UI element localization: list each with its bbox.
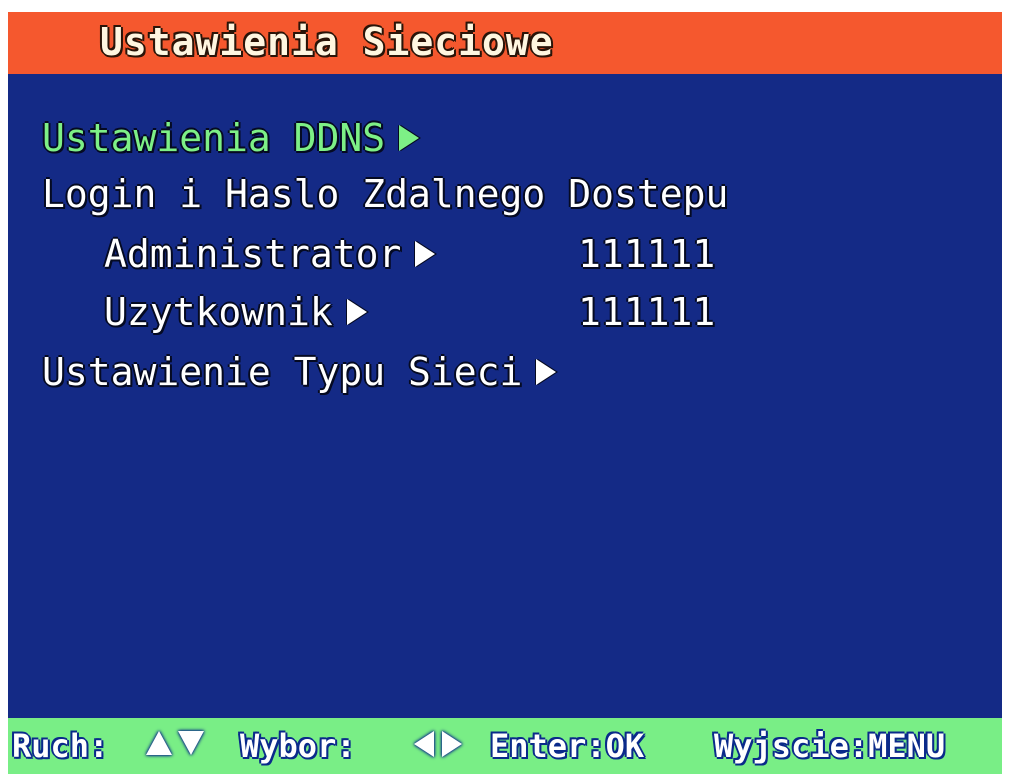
help-select-label: Wybor: <box>240 727 356 765</box>
triangle-right-icon <box>399 125 420 151</box>
administrator-password-value[interactable]: 111111 <box>578 228 715 280</box>
section-heading-remote-login: Login i Haslo Zdalnego Dostepu <box>42 168 728 220</box>
menu-item-administrator-label: Administrator <box>104 232 402 276</box>
triangle-down-icon <box>178 731 204 755</box>
menu-item-user[interactable]: Uzytkownik <box>104 286 367 338</box>
menu-item-user-label: Uzytkownik <box>104 290 333 334</box>
triangle-up-icon <box>146 731 172 755</box>
help-move-label: Ruch: <box>12 727 109 765</box>
menu-item-ddns-settings[interactable]: Ustawienia DDNS <box>42 112 420 164</box>
administrator-password-text: 111111 <box>578 232 716 276</box>
page-title: Ustawienia Sieciowe <box>100 20 554 64</box>
help-exit-label: Wyjscie:MENU <box>714 727 946 765</box>
section-heading-label: Login i Haslo Zdalnego Dostepu <box>42 172 729 216</box>
help-bar: Ruch: Wybor: Enter:OK Wyjscie:MENU <box>8 718 1002 774</box>
triangle-right-icon <box>346 299 367 325</box>
title-bar: Ustawienia Sieciowe <box>8 12 1002 74</box>
menu-item-network-type-label: Ustawienie Typu Sieci <box>42 350 523 394</box>
menu-item-ddns-label: Ustawienia DDNS <box>42 116 386 160</box>
menu-item-administrator[interactable]: Administrator <box>104 228 436 280</box>
user-password-value[interactable]: 111111 <box>578 286 715 338</box>
help-enter-label: Enter:OK <box>490 727 645 765</box>
triangle-right-icon <box>415 241 436 267</box>
triangle-right-icon <box>536 359 557 385</box>
menu-item-network-type[interactable]: Ustawienie Typu Sieci <box>42 346 557 398</box>
user-password-text: 111111 <box>578 290 716 334</box>
osd-screen: Ustawienia Sieciowe Ustawienia DDNS Logi… <box>8 12 1002 774</box>
triangle-left-icon <box>414 731 434 757</box>
triangle-right-icon <box>442 731 462 757</box>
